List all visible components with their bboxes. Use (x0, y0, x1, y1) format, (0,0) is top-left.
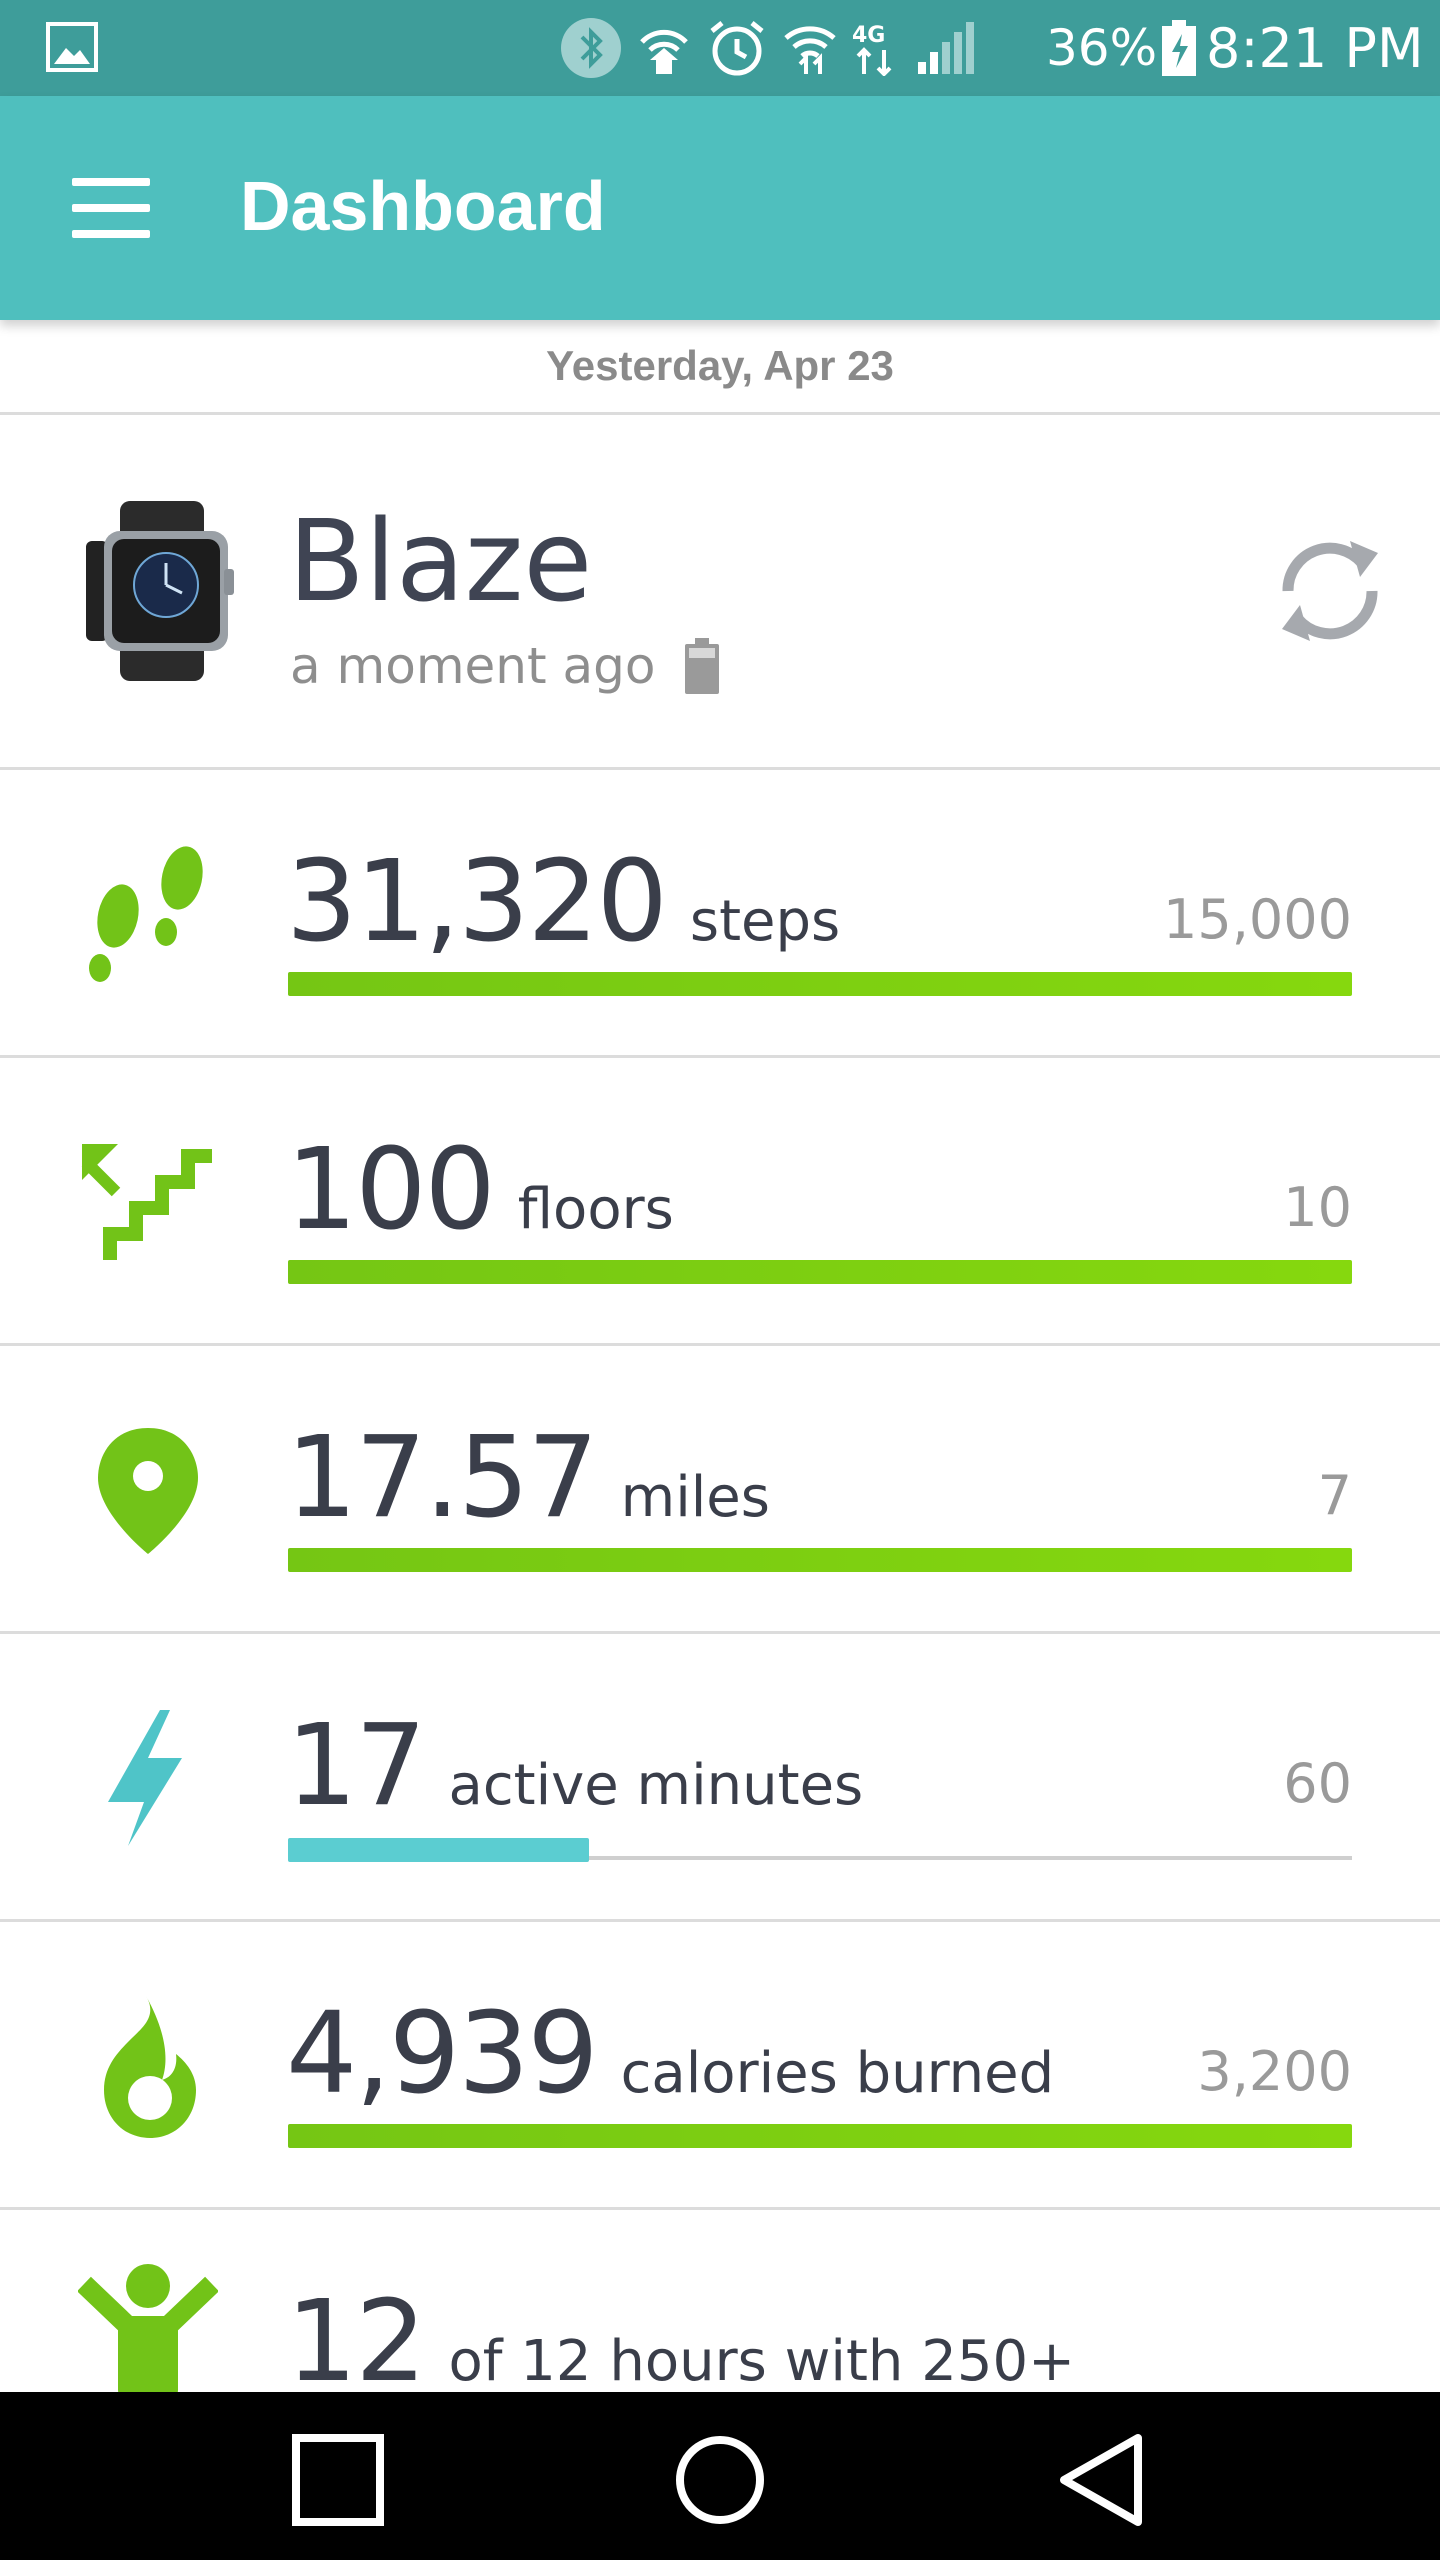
distance-row[interactable]: 17.57 miles 7 (0, 1346, 1440, 1634)
distance-progress-bar (288, 1548, 1352, 1572)
hotspot-icon (640, 29, 688, 74)
alarm-icon (710, 21, 764, 76)
home-icon[interactable] (670, 2430, 770, 2530)
distance-count: 17.57 (286, 1413, 599, 1543)
active-minutes-unit: active minutes (448, 1753, 864, 1818)
active-minutes-goal: 60 (1283, 1752, 1352, 1815)
distance-value: 17.57 miles (286, 1418, 770, 1558)
watch-icon (86, 501, 234, 681)
system-navigation-bar (0, 2392, 1440, 2560)
steps-goal: 15,000 (1163, 888, 1352, 951)
hourly-activity-unit: of 12 hours with 250+ (448, 2329, 1076, 2394)
active-minutes-progress-bar (288, 1838, 589, 1862)
sync-icon[interactable] (1270, 531, 1390, 651)
lte-icon: 4G (852, 23, 892, 76)
lightning-bolt-icon (108, 1710, 182, 1846)
distance-unit: miles (620, 1465, 770, 1530)
sync-status: a moment ago (290, 637, 720, 695)
device-row[interactable]: Blaze a moment ago (0, 415, 1440, 770)
date-header[interactable]: Yesterday, Apr 23 (0, 320, 1440, 415)
steps-unit: steps (689, 889, 841, 954)
stairs-icon (81, 1144, 212, 1260)
wifi-icon (784, 26, 836, 74)
calories-unit: calories burned (620, 2041, 1055, 2106)
steps-value: 31,320 steps (286, 842, 840, 982)
clock: 8:21 PM (1206, 16, 1424, 80)
distance-goal: 7 (1317, 1464, 1352, 1527)
footprints-icon (89, 846, 203, 982)
calories-goal: 3,200 (1197, 2040, 1352, 2103)
steps-progress-bar (288, 972, 1352, 996)
hamburger-menu-icon[interactable] (72, 178, 150, 238)
floors-goal: 10 (1283, 1176, 1352, 1239)
steps-count: 31,320 (286, 837, 668, 967)
floors-value: 100 floors (286, 1130, 674, 1270)
recent-apps-icon[interactable] (288, 2430, 388, 2530)
battery-charging-icon (1162, 20, 1196, 76)
active-minutes-row[interactable]: 17 active minutes 60 (0, 1634, 1440, 1922)
floors-count: 100 (286, 1125, 496, 1255)
hourly-activity-count: 12 (286, 2277, 427, 2407)
location-pin-icon (98, 1428, 198, 1554)
floors-row[interactable]: 100 floors 10 (0, 1058, 1440, 1346)
flame-icon (104, 1996, 196, 2138)
calories-progress-bar (288, 2124, 1352, 2148)
device-name: Blaze (288, 497, 593, 627)
calories-count: 4,939 (286, 1989, 599, 2119)
app-bar: Dashboard (0, 96, 1440, 320)
calories-row[interactable]: 4,939 calories burned 3,200 (0, 1922, 1440, 2210)
bluetooth-icon (561, 18, 621, 78)
gallery-notification-icon (46, 22, 98, 72)
active-minutes-count: 17 (286, 1701, 427, 1831)
status-bar: 4G 36% 8:21 PM (0, 0, 1440, 96)
last-sync-time: a moment ago (290, 637, 656, 695)
signal-icon (918, 22, 974, 74)
floors-progress-bar (288, 1260, 1352, 1284)
page-title: Dashboard (240, 167, 606, 245)
battery-percentage: 36% (1046, 19, 1158, 77)
calories-value: 4,939 calories burned (286, 1994, 1054, 2134)
back-icon[interactable] (1052, 2430, 1152, 2530)
status-icons: 4G (560, 14, 976, 82)
device-battery-icon (685, 638, 720, 694)
active-minutes-value: 17 active minutes (286, 1706, 863, 1846)
svg-text:4G: 4G (852, 23, 885, 48)
floors-unit: floors (517, 1177, 674, 1242)
steps-row[interactable]: 31,320 steps 15,000 (0, 770, 1440, 1058)
